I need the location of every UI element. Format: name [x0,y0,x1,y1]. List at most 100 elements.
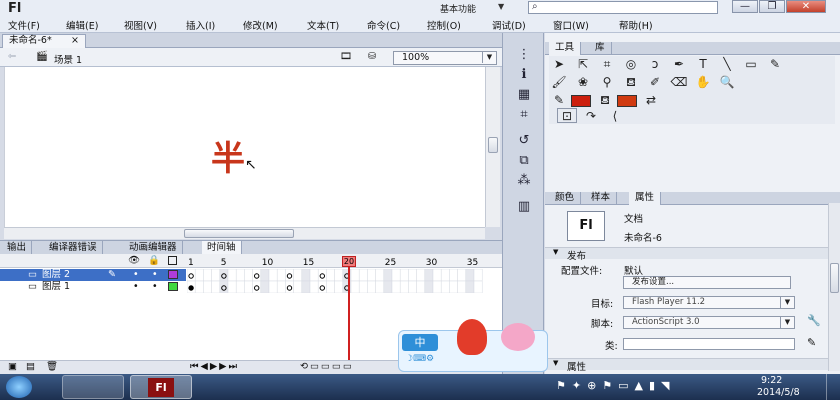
3d-rotation-icon[interactable]: ◎ [621,56,641,73]
publish-settings-button[interactable]: 发布设置... [623,276,791,289]
document-tab[interactable]: 未命名-6* × [2,34,86,48]
layer-row-1[interactable]: ▭ 图层 1 • • [0,281,186,293]
tab-tools[interactable]: 工具 [549,42,582,55]
stage-text[interactable]: 半 [211,131,245,180]
tab-swatches[interactable]: 样本 [585,192,618,205]
frame-cell[interactable] [375,269,385,282]
fill-color-icon[interactable]: ⛾ [595,92,615,109]
menu-view[interactable]: 视图(V) [124,18,157,32]
frame-cell[interactable] [358,269,368,282]
frame-cell[interactable] [367,269,376,282]
frame-cell[interactable] [235,269,245,282]
tab-properties[interactable]: 属性 [629,192,662,205]
visible-dot[interactable]: • [133,269,139,280]
lock-icon[interactable]: 🔒 [148,255,160,266]
menu-commands[interactable]: 命令(C) [367,18,400,32]
onion-skin-icons[interactable]: ⟲▭▭▭▭ [300,361,354,372]
menu-window[interactable]: 窗口(W) [553,18,589,32]
frame-cell[interactable] [244,269,253,282]
deco-tool-icon[interactable]: ❀ [573,74,593,91]
frame-cell[interactable] [358,280,368,293]
frame-cell[interactable] [309,280,319,293]
frame-cell[interactable] [268,280,278,293]
scroll-thumb[interactable] [488,137,498,153]
history-icon[interactable]: ↺ [515,133,533,149]
frame-cell[interactable] [260,280,270,293]
object-drawing-icon[interactable]: ⊡ [557,108,577,123]
new-folder-icon[interactable]: ▤ [26,361,35,372]
frame-cell[interactable] [326,269,335,282]
brush-tool-icon[interactable]: 🖌 [549,74,569,91]
frame-cell[interactable] [219,269,229,282]
info-icon[interactable]: ℹ [515,67,533,83]
frame-cell[interactable] [465,280,475,293]
frame-cell[interactable] [317,269,327,282]
menu-help[interactable]: 帮助(H) [619,18,653,32]
frame-cell[interactable] [211,269,221,282]
frame-grid[interactable] [187,269,487,293]
target-select[interactable]: Flash Player 11.2 ▼ [623,296,795,309]
class-input[interactable] [623,338,795,350]
snap-icon[interactable]: ↷ [581,108,601,125]
pencil-icon[interactable]: ✎ [807,336,816,349]
frame-number[interactable]: 15 [303,258,314,268]
outline-icon[interactable] [168,256,177,265]
pencil-tool-icon[interactable]: ✎ [765,56,785,73]
stage-horizontal-scrollbar[interactable] [4,227,485,239]
frame-cell[interactable] [187,269,196,282]
subselection-tool-icon[interactable]: ⇱ [573,56,593,73]
edit-symbol-icon[interactable]: ⛁ [368,51,376,62]
text-tool-icon[interactable]: T [693,56,713,73]
swap-colors-icon[interactable]: ⇄ [641,92,661,109]
frame-cell[interactable] [285,269,294,282]
lock-dot[interactable]: • [152,281,158,292]
zoom-select[interactable]: 100% ▼ [393,51,497,65]
tab-timeline[interactable]: 时间轴 [202,241,242,255]
frame-cell[interactable] [383,269,393,282]
frame-cell[interactable] [440,269,450,282]
ime-toolbar[interactable]: 中 ☽⌨⚙ [398,319,548,372]
visible-dot[interactable]: • [133,281,139,292]
line-tool-icon[interactable]: ╲ [717,56,737,73]
frame-cell[interactable] [293,269,303,282]
zoom-tool-icon[interactable]: 🔍 [717,74,737,91]
frame-cell[interactable] [457,269,467,282]
close-button[interactable]: ✕ [786,0,826,13]
frame-number[interactable]: 25 [385,258,396,268]
chevron-down-icon[interactable]: ▼ [498,2,504,11]
lasso-tool-icon[interactable]: ↄ [645,56,665,73]
layer-color[interactable] [168,270,178,279]
properties-section-header[interactable]: ▼ 属性 [545,358,840,373]
frame-cell[interactable] [399,280,409,293]
paint-bucket-icon[interactable]: ⛾ [621,74,641,91]
frame-cell[interactable] [194,280,204,293]
align-icon[interactable]: ⋮ [515,47,533,63]
menu-edit[interactable]: 编辑(E) [66,18,98,32]
rectangle-tool-icon[interactable]: ▭ [741,56,761,73]
components-icon[interactable]: ⧉ [515,153,533,169]
frame-cell[interactable] [375,280,385,293]
frame-cell[interactable] [227,280,237,293]
ime-icons[interactable]: ☽⌨⚙ [405,354,434,364]
keyframe[interactable] [188,285,194,291]
frame-cell[interactable] [449,280,458,293]
frame-cell[interactable] [391,280,401,293]
frame-cell[interactable] [235,280,245,293]
frame-cell[interactable] [252,280,262,293]
frame-cell[interactable] [326,280,335,293]
frame-cell[interactable] [276,269,286,282]
fill-color-swatch[interactable] [617,95,637,107]
menu-modify[interactable]: 修改(M) [243,18,278,32]
stage-canvas[interactable]: 半 ↖ [4,67,485,227]
frame-cell[interactable] [203,280,212,293]
frame-cell[interactable] [432,280,442,293]
tab-compiler-errors[interactable]: 编译器错误 [44,241,103,255]
frame-cell[interactable] [399,269,409,282]
clock-date[interactable]: 2014/5/8 [757,387,800,398]
swatch-icon[interactable]: ▦ [515,87,533,103]
frame-cell[interactable] [424,269,434,282]
hand-tool-icon[interactable]: ✋ [693,74,713,91]
transform-icon[interactable]: ⌗ [515,107,533,123]
frame-cell[interactable] [293,280,303,293]
tab-color[interactable]: 颜色 [549,192,582,205]
